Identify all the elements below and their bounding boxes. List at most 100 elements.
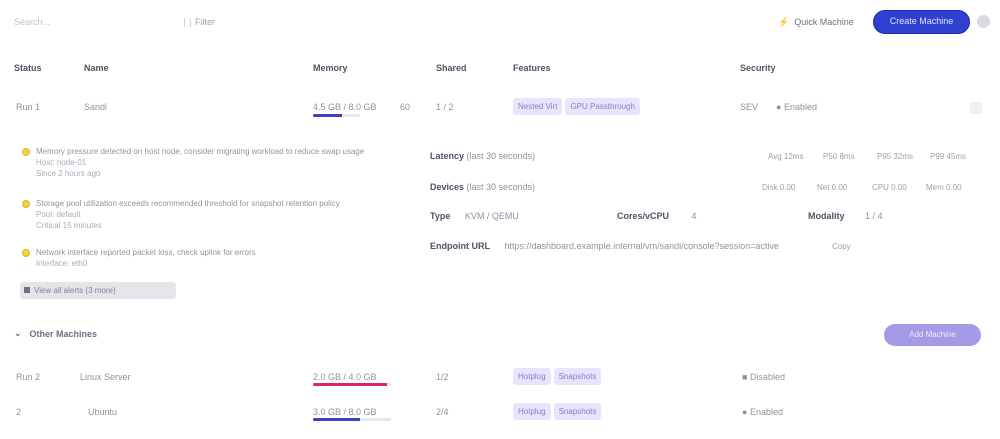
security-state: ■ Disabled <box>742 372 785 382</box>
table-row[interactable]: 2 Ubuntu 3.0 GB / 8.0 GB 2/4 Hotplug Snap… <box>0 401 1000 425</box>
memory-bar <box>313 418 391 421</box>
endpoint-label: Endpoint URL <box>430 241 490 251</box>
warning-text: Memory pressure detected on host node, c… <box>36 147 365 156</box>
type-field: Type KVM / QEMU <box>430 211 519 221</box>
latency-value: P95 32ms <box>877 152 914 161</box>
add-machine-button[interactable]: Add Machine <box>884 324 981 346</box>
device-value: Net 0.00 <box>817 183 848 192</box>
modality-field: Modality 1 / 4 <box>808 211 883 221</box>
col-security: Security <box>740 63 776 73</box>
section-header[interactable]: ⌄ Other Machines <box>14 328 97 339</box>
features-list: Nested Virt GPU Passthrough <box>513 98 643 115</box>
col-shared: Shared <box>436 63 467 73</box>
feature-pill: GPU Passthrough <box>565 98 640 115</box>
security-state-label: Enabled <box>749 407 783 417</box>
shared-value: 1/2 <box>436 372 449 382</box>
copy-button[interactable]: Copy <box>832 242 851 251</box>
memory-bar <box>313 383 391 386</box>
row-expand-icon[interactable] <box>970 102 982 114</box>
col-status: Status <box>14 63 42 73</box>
feature-pill: Snapshots <box>553 403 602 420</box>
feature-pill: Hotplug <box>513 403 551 420</box>
create-machine-button[interactable]: Create Machine <box>873 10 970 34</box>
memory-bar-fill <box>313 418 360 421</box>
modality-label: Modality <box>808 211 845 221</box>
feature-pill: Hotplug <box>513 368 551 385</box>
memory-bar-fill <box>313 383 388 386</box>
latency-value: Avg 12ms <box>768 152 804 161</box>
filter-button[interactable]: Filter <box>184 12 215 32</box>
devices-metric: Devices (last 30 seconds) <box>430 182 535 192</box>
warning-item: Storage pool utilization exceeds recomme… <box>22 198 392 231</box>
warning-item: Network interface reported packet loss, … <box>22 247 392 269</box>
section-title: Other Machines <box>29 328 98 339</box>
search-input[interactable]: Search... <box>10 12 170 32</box>
endpoint-value[interactable]: https://dashboard.example.internal/vm/sa… <box>505 241 779 251</box>
memory-bar <box>313 114 360 117</box>
warning-sub: Critical 15 minutes <box>36 221 102 230</box>
chevron-down-icon: ⌄ <box>14 328 22 338</box>
warning-icon <box>22 200 30 208</box>
machine-name[interactable]: Linux Server <box>80 372 131 382</box>
memory-text: 3.0 GB / 8.0 GB <box>313 407 377 417</box>
warning-sub: Interface: eth0 <box>36 259 88 268</box>
cores-value: 4 <box>691 211 697 221</box>
endpoint-field: Endpoint URL https://dashboard.example.i… <box>430 241 870 251</box>
quick-machine-button[interactable]: ⚡ Quick Machine <box>778 12 854 32</box>
device-value: CPU 0.00 <box>872 183 907 192</box>
view-all-alerts-label: View all alerts (3 more) <box>34 286 116 295</box>
warning-sub: Host: node-01 <box>36 158 87 167</box>
col-features: Features <box>513 63 551 73</box>
cores-label: Cores/vCPU <box>617 211 670 221</box>
status-badge: Run 2 <box>16 372 41 382</box>
view-all-alerts-link[interactable]: View all alerts (3 more) <box>20 282 176 299</box>
device-value: Disk 0.00 <box>762 183 796 192</box>
device-value: Mem 0.00 <box>926 183 962 192</box>
quick-machine-label: Quick Machine <box>794 17 854 27</box>
memory-text: 4.5 GB / 8.0 GB <box>313 102 377 112</box>
memory-bar-fill <box>313 114 343 117</box>
table-row[interactable]: Run 2 Linux Server 2.0 GB / 4.0 GB 1/2 H… <box>0 366 1000 390</box>
warning-item: Memory pressure detected on host node, c… <box>22 146 392 179</box>
warning-text: Network interface reported packet loss, … <box>36 248 256 257</box>
memory-text: 2.0 GB / 4.0 GB <box>313 372 377 382</box>
devices-label: Devices <box>430 182 465 192</box>
security-state: ● Enabled <box>742 407 783 417</box>
filter-label: Filter <box>195 17 215 27</box>
latency-metric: Latency (last 30 seconds) <box>430 151 535 161</box>
security-state-label: Enabled <box>783 102 817 112</box>
type-label: Type <box>430 211 451 221</box>
security-state-label: Disabled <box>749 372 785 382</box>
type-value: KVM / QEMU <box>464 211 519 221</box>
warning-icon <box>22 148 30 156</box>
status-badge: Run 1 <box>16 102 41 112</box>
alert-icon <box>24 287 30 293</box>
settings-icon[interactable] <box>977 15 990 28</box>
filter-icon <box>184 17 191 27</box>
warning-icon <box>22 249 30 257</box>
feature-pill: Snapshots <box>553 368 602 385</box>
shared-value: 1 / 2 <box>436 102 454 112</box>
col-memory: Memory <box>313 63 348 73</box>
table-row[interactable]: Run 1 Sandi 4.5 GB / 8.0 GB 60 1 / 2 Nes… <box>0 96 1000 120</box>
modality-value: 1 / 4 <box>865 211 883 221</box>
features-list: Hotplug Snapshots <box>513 368 604 385</box>
table-header: Status Name Memory Shared Features Secur… <box>0 58 1000 78</box>
warning-text: Storage pool utilization exceeds recomme… <box>36 199 340 208</box>
devices-sub: (last 30 seconds) <box>466 182 536 192</box>
bolt-icon: ⚡ <box>778 17 790 27</box>
machine-name[interactable]: Sandi <box>84 102 107 112</box>
shared-value: 2/4 <box>436 407 449 417</box>
warning-sub: Since 2 hours ago <box>36 169 101 178</box>
feature-pill: Nested Virt <box>513 98 563 115</box>
latency-label: Latency <box>430 151 465 161</box>
machine-name[interactable]: Ubuntu <box>88 407 117 417</box>
latency-value: P99 45ms <box>930 152 967 161</box>
status-badge: 2 <box>16 407 22 417</box>
latency-sub: (last 30 seconds) <box>466 151 536 161</box>
security-value: SEV <box>740 102 759 112</box>
top-toolbar: Search... Filter ⚡ Quick Machine Create … <box>0 0 1000 44</box>
security-state: ● Enabled <box>776 102 817 112</box>
warning-sub: Pool: default <box>36 210 81 219</box>
cores-field: Cores/vCPU 4 <box>617 211 697 221</box>
